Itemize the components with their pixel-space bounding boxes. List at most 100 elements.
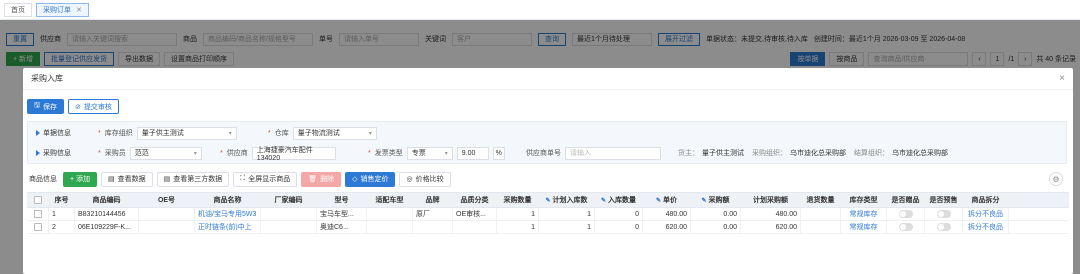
- row-checkbox[interactable]: [33, 223, 42, 231]
- cell-return-qty: [801, 221, 841, 233]
- cell-purchase-qty: 1: [497, 221, 539, 233]
- supplier-order-field: 供应商单号 请输入: [526, 146, 661, 160]
- chevron-down-icon: ▾: [444, 150, 448, 157]
- cell-model: 奥迪C6...: [317, 221, 367, 233]
- cell-return-qty: [801, 208, 841, 220]
- stock-org-field: * 库存组织 量子供主测试 ▾: [98, 126, 237, 140]
- save-icon: 🖫: [34, 102, 40, 109]
- buyer-select[interactable]: 范范 ▾: [129, 146, 202, 160]
- cell-in-qty[interactable]: 0: [595, 221, 643, 233]
- presale-toggle[interactable]: [936, 223, 951, 231]
- modal-title: 采购入库: [31, 74, 63, 83]
- price-compare-label: 价格比较: [415, 176, 444, 183]
- price-compare-button[interactable]: ◎ 价格比较: [399, 171, 451, 187]
- stock-type-tag[interactable]: 常规库存: [850, 222, 878, 232]
- gift-toggle[interactable]: [898, 210, 913, 218]
- cell-amount[interactable]: 0.00: [691, 208, 741, 220]
- buyer-label: 采购员: [104, 150, 126, 157]
- owner-value: 量子供主测试: [702, 150, 744, 157]
- stock-org-select[interactable]: 量子供主测试 ▾: [136, 126, 237, 140]
- goods-table: 序号 商品编码 OE号 商品名称 厂家编码 型号 适配车型 品牌 品质分类 采购…: [27, 192, 1069, 234]
- close-icon[interactable]: ✕: [76, 6, 82, 14]
- chevron-down-icon: ▾: [368, 130, 372, 137]
- buyer-value: 范范: [134, 150, 149, 157]
- split-link[interactable]: 拆分不良品: [968, 222, 1003, 232]
- gift-toggle[interactable]: [898, 223, 913, 231]
- chevron-down-icon: ▾: [228, 130, 232, 137]
- col-code: 商品编码: [75, 193, 139, 207]
- col-plan-amount: 计划采购额: [741, 193, 801, 207]
- cell-presale: [925, 221, 963, 233]
- goods-toolbar: 商品信息 + 添加 ▤ 查看数据 ▤ 查看第三方数据 ⛶ 全屏显示商品 🗑 删除 ◇ 销售…: [27, 169, 1067, 189]
- purchase-org-info: 采购组织： 乌市迪化总采购部: [752, 148, 846, 158]
- table-row[interactable]: 2 06E109229F-K... 正时链条(前)中上 奥迪C6... 1 1 …: [27, 221, 1069, 234]
- cell-stock-type[interactable]: 常规库存: [841, 221, 887, 233]
- col-quality: 品质分类: [453, 193, 497, 207]
- table-row[interactable]: 1 B83210144456 机油/宝马专用5W3 宝马车型... 原厂 OE审…: [27, 208, 1069, 221]
- stock-org-label: 库存组织: [104, 130, 133, 137]
- save-button[interactable]: 🖫 保存: [27, 99, 64, 114]
- row-select-cell: [27, 221, 49, 233]
- table-icon: ▤: [108, 176, 115, 183]
- goods-section-title: 商品信息: [29, 176, 57, 183]
- gear-icon[interactable]: ⚙: [1049, 172, 1063, 186]
- cell-price[interactable]: 620.00: [643, 221, 691, 233]
- supplier-input[interactable]: 上海捷豪汽车配件134020: [251, 146, 336, 162]
- view-third-party-button[interactable]: ▤ 查看第三方数据: [156, 171, 230, 187]
- cell-purchase-qty: 1: [497, 208, 539, 220]
- cell-quality: [453, 221, 497, 233]
- purchase-inbound-modal: 采购入库 × 🖫 保存 ⊘ 提交审核 单据信息 * 库存组织 量子供主测试 ▾ * 仓…: [23, 68, 1073, 274]
- tag-icon: ◇: [352, 176, 358, 183]
- cell-fit: [367, 208, 413, 220]
- table-header: 序号 商品编码 OE号 商品名称 厂家编码 型号 适配车型 品牌 品质分类 采购…: [27, 192, 1069, 208]
- cell-plan-in[interactable]: 1: [539, 221, 595, 233]
- cell-amount[interactable]: 0.00: [691, 221, 741, 233]
- compare-icon: ◎: [406, 176, 413, 183]
- delete-button[interactable]: 🗑 删除: [301, 171, 342, 187]
- warehouse-value: 量子物流测试: [297, 130, 340, 137]
- check-circle-icon: ⊘: [74, 103, 81, 111]
- split-link[interactable]: 拆分不良品: [968, 209, 1003, 219]
- fullscreen-button[interactable]: ⛶ 全屏显示商品: [233, 171, 298, 187]
- col-brand: 品牌: [413, 193, 453, 207]
- add-goods-button[interactable]: + 添加: [63, 171, 98, 187]
- cell-plan-in[interactable]: 1: [539, 208, 595, 220]
- supplier-label: 供应商: [226, 150, 248, 157]
- cell-model: 宝马车型...: [317, 208, 367, 220]
- sale-price-button[interactable]: ◇ 销售定价: [345, 171, 396, 187]
- warehouse-select[interactable]: 量子物流测试 ▾: [292, 126, 377, 140]
- col-presale: 是否预售: [925, 193, 963, 207]
- col-model: 型号: [317, 193, 367, 207]
- section-document-info[interactable]: 单据信息: [36, 128, 71, 138]
- tax-rate-input[interactable]: 9.00: [456, 146, 489, 160]
- table-icon: ▤: [163, 176, 171, 183]
- owner-info: 货主： 量子供主测试: [678, 148, 744, 158]
- section-purchase-info[interactable]: 采购信息: [36, 148, 71, 158]
- col-price-label: 单价: [663, 197, 678, 204]
- caret-right-icon: [36, 150, 40, 156]
- cell-seq: 2: [49, 221, 75, 233]
- cell-price[interactable]: 480.00: [643, 208, 691, 220]
- tab-purchase-order[interactable]: 采购订单 ✕: [36, 2, 89, 17]
- cell-gift: [887, 221, 925, 233]
- submit-review-button[interactable]: ⊘ 提交审核: [67, 99, 119, 114]
- settle-org-info: 结算组织： 乌市迪化总采购部: [854, 148, 948, 158]
- tab-home[interactable]: 首页: [4, 2, 32, 17]
- cell-stock-type[interactable]: 常规库存: [841, 208, 887, 220]
- supplier-order-input[interactable]: 请输入: [565, 146, 661, 160]
- row-checkbox[interactable]: [33, 210, 42, 218]
- presale-toggle[interactable]: [936, 210, 951, 218]
- stock-type-tag[interactable]: 常规库存: [850, 209, 878, 219]
- row-select-cell: [27, 208, 49, 220]
- view-data-button[interactable]: ▤ 查看数据: [101, 171, 153, 187]
- invoice-type-select[interactable]: 专票 ▾: [406, 146, 453, 160]
- sale-price-label: 销售定价: [360, 176, 389, 183]
- supplier-order-label: 供应商单号: [526, 150, 561, 157]
- cell-name[interactable]: 正时链条(前)中上: [195, 221, 261, 233]
- cell-in-qty[interactable]: 0: [595, 208, 643, 220]
- buyer-field: * 采购员 范范 ▾: [98, 146, 202, 160]
- cell-name[interactable]: 机油/宝马专用5W3: [195, 208, 261, 220]
- close-icon[interactable]: ×: [1059, 73, 1065, 84]
- cell-code: B83210144456: [75, 208, 139, 220]
- select-all-checkbox[interactable]: [33, 196, 42, 204]
